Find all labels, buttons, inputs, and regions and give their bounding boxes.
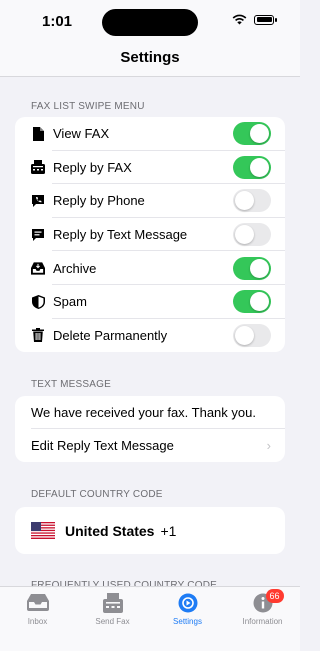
- swipe-row-reply-by-fax: Reply by FAX: [15, 151, 285, 185]
- tab-send-fax[interactable]: Send Fax: [75, 593, 150, 626]
- tab-label: Settings: [173, 617, 202, 626]
- swipe-row-reply-by-text: Reply by Text Message: [15, 218, 285, 252]
- tab-information[interactable]: 66 Information: [225, 589, 300, 626]
- page-title: Settings: [120, 49, 180, 66]
- chevron-right-icon: ›: [266, 438, 271, 453]
- fax-machine-icon: [31, 160, 45, 175]
- swipe-row-label: Spam: [53, 294, 87, 310]
- battery-icon: [254, 14, 277, 25]
- us-flag-icon: [31, 522, 55, 539]
- section-header-default-country: DEFAULT COUNTRY CODE: [31, 489, 163, 500]
- tab-label: Send Fax: [95, 617, 130, 626]
- swipe-row-delete-permanently: Delete Parmanently: [15, 319, 285, 353]
- status-bar: 1:01: [0, 0, 300, 44]
- navigation-bar: Settings: [0, 44, 300, 77]
- swipe-menu-card: View FAX Reply by FAX Reply by Phone Rep…: [15, 117, 285, 353]
- dynamic-island: [102, 9, 198, 36]
- notification-badge: 66: [265, 589, 284, 603]
- swipe-row-archive: Archive: [15, 251, 285, 285]
- reply-by-text-toggle[interactable]: [233, 223, 271, 247]
- reply-message-row[interactable]: We have received your fax. Thank you.: [15, 396, 285, 429]
- section-header-swipe-menu: FAX LIST SWIPE MENU: [31, 101, 145, 112]
- swipe-row-label: Reply by FAX: [53, 159, 132, 175]
- edit-reply-text-message-label: Edit Reply Text Message: [31, 438, 174, 453]
- reply-by-fax-toggle[interactable]: [233, 155, 271, 179]
- swipe-row-label: View FAX: [53, 126, 110, 142]
- spam-shield-icon: [31, 294, 45, 309]
- delete-permanently-toggle[interactable]: [233, 323, 271, 347]
- settings-icon: [177, 593, 199, 613]
- country-code: +1: [160, 522, 177, 539]
- document-icon: [31, 126, 45, 141]
- text-message-card: We have received your fax. Thank you. Ed…: [15, 396, 285, 462]
- swipe-row-label: Reply by Text Message: [53, 227, 188, 243]
- edit-reply-text-message-row[interactable]: Edit Reply Text Message ›: [15, 429, 285, 462]
- inbox-tray-icon: [26, 593, 49, 613]
- tab-inbox[interactable]: Inbox: [0, 593, 75, 626]
- tab-bar: Inbox Send Fax Settings 66 Information: [0, 586, 300, 651]
- swipe-row-spam: Spam: [15, 285, 285, 319]
- swipe-row-label: Reply by Phone: [53, 193, 145, 209]
- reply-message-text: We have received your fax. Thank you.: [31, 405, 256, 420]
- default-country-card: United States +1: [15, 507, 285, 554]
- default-country-row[interactable]: United States +1: [15, 507, 285, 554]
- status-time: 1:01: [42, 13, 73, 30]
- wifi-icon: [232, 14, 247, 25]
- spam-toggle[interactable]: [233, 290, 271, 314]
- tab-label: Information: [242, 617, 283, 626]
- swipe-row-label: Archive: [53, 260, 97, 276]
- swipe-row-view-fax: View FAX: [15, 117, 285, 151]
- tab-label: Inbox: [27, 617, 48, 626]
- country-name: United States: [65, 522, 155, 539]
- fax-machine-icon: [102, 593, 124, 613]
- archive-toggle[interactable]: [233, 256, 271, 280]
- tab-settings[interactable]: Settings: [150, 593, 225, 626]
- swipe-row-label: Delete Parmanently: [53, 327, 168, 343]
- text-bubble-icon: [31, 228, 45, 242]
- view-fax-toggle[interactable]: [233, 122, 271, 146]
- info-icon: 66: [252, 589, 284, 613]
- trash-icon: [31, 328, 45, 343]
- reply-by-phone-toggle[interactable]: [233, 189, 271, 213]
- status-icons: [232, 14, 277, 25]
- section-header-text-message: TEXT MESSAGE: [31, 379, 112, 390]
- phone-bubble-icon: [31, 194, 45, 208]
- archive-tray-icon: [31, 261, 45, 275]
- swipe-row-reply-by-phone: Reply by Phone: [15, 184, 285, 218]
